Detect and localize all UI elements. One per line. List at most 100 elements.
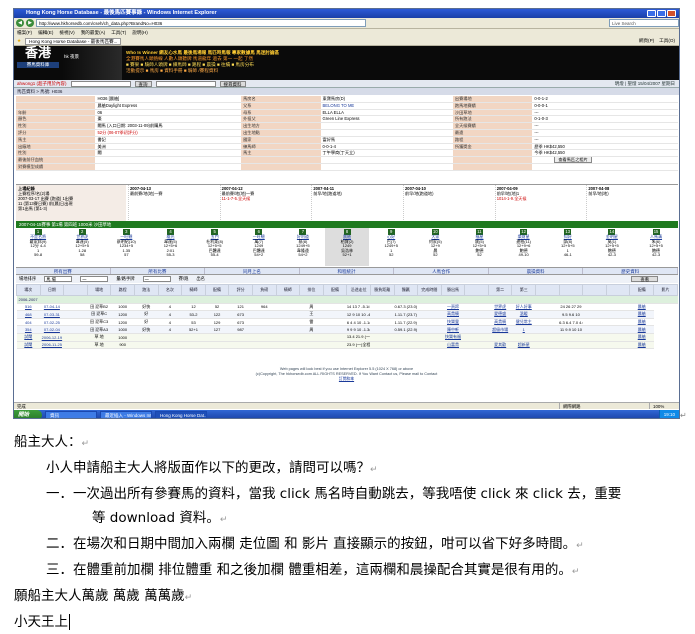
table-row[interactable]: 516 07-04-14 田 泥草B2 1000 好快 4 12 52 121 964 周 14 13… <box>16 303 678 312</box>
column-header[interactable]: 負磅 <box>251 284 277 296</box>
table-row[interactable]: 404 07-02-25 田 泥草C3 1200 好 4 53 129 673 雷 6 4 4 10… <box>16 318 678 327</box>
search-input[interactable] <box>70 80 131 87</box>
back-icon[interactable]: ◀ <box>16 19 24 27</box>
table-row[interactable]: 試閘2006-11-25 草 地900 23.9 (一)全程 5 2 6 山富貴 愛其歡… <box>16 341 678 350</box>
forward-icon[interactable]: ▶ <box>26 19 34 27</box>
race-history-item[interactable]: 2007-04-13 最前賽/地(地)一賽 <box>128 185 220 222</box>
table-cell[interactable]: 晨槍 <box>629 341 654 350</box>
star-icon[interactable]: ★ <box>17 38 21 44</box>
maximize-button[interactable] <box>657 10 666 17</box>
column-header[interactable] <box>535 284 560 296</box>
column-header[interactable]: 場地 <box>86 284 112 296</box>
table-cell[interactable]: 晨槍 <box>629 318 654 327</box>
column-header[interactable]: 勝出馬 <box>440 284 466 296</box>
tab-all-starts[interactable]: 所有出賽 <box>16 268 111 274</box>
table-cell[interactable]: 快樂靈 <box>441 318 465 327</box>
table-cell[interactable]: 試閘 <box>16 333 41 342</box>
menu-help[interactable]: 說明(H) <box>132 29 148 37</box>
column-header[interactable]: 場次 <box>16 284 41 296</box>
runner-card[interactable]: 14 金明星 莫(1) 12+5+5 鮑德 42-3 <box>590 228 634 266</box>
column-header[interactable]: 騎師 <box>181 284 206 296</box>
view-button[interactable]: 查看 <box>631 276 658 282</box>
dist-select[interactable]: 一 <box>80 276 109 282</box>
table-cell[interactable]: 愛德盛 <box>488 310 512 319</box>
runner-card[interactable]: 8 晨槍 柏寶(2) 1249 吳浩林 52+1 <box>324 228 370 266</box>
table-row[interactable]: 354 07-02-04 田 泥草A3 1000 好快 4 52+1 127 987 周 9 9 9… <box>16 325 678 334</box>
column-header[interactable]: 第二 <box>487 284 513 296</box>
table-cell[interactable]: 一頁蹄 <box>441 303 465 312</box>
tab-same-month[interactable]: 同月上名 <box>205 268 300 274</box>
column-header[interactable]: 完成時間 <box>417 284 442 296</box>
menu-file[interactable]: 檔案(F) <box>17 29 32 37</box>
race-history-item[interactable]: 2007-04-12 最前賽/地(地)一賽 11-1-7-5.全天候 <box>219 185 312 222</box>
race-history-item[interactable]: 2007-04-11 前早/地(跑道地) <box>311 185 403 222</box>
table-cell[interactable]: 世界虎 <box>488 303 512 312</box>
minimize-button[interactable] <box>647 10 656 17</box>
table-cell[interactable]: 愛其歡 <box>488 341 512 350</box>
taskbar-item[interactable]: 最近插入 - Windows Int... <box>100 411 152 418</box>
table-cell[interactable]: 晨槍 <box>629 333 654 342</box>
table-cell[interactable]: 快樂有福 <box>441 333 465 342</box>
column-header[interactable]: 排位 <box>299 284 324 296</box>
tab-trackwork[interactable]: 晨操資料 <box>489 268 584 274</box>
table-cell[interactable]: 溫暖 <box>511 310 536 319</box>
taskbar-item[interactable]: 資訊 <box>45 411 97 418</box>
table-row[interactable]: 試閘2006-12-19 草 地1000 13.4 21.9 (一)全程 快樂有福 晨槍 <box>16 333 678 342</box>
search-data-button[interactable]: 搜尋資料 <box>219 80 246 87</box>
runner-card[interactable]: 12 樂財星 邊柏(11) 12+9+6 鮑德 49-10 <box>502 228 546 266</box>
column-header[interactable]: 跑法 <box>133 284 159 296</box>
column-header[interactable] <box>582 284 607 296</box>
page-menu[interactable]: 網頁(P) <box>639 38 654 44</box>
menu-favorites[interactable]: 我的最愛(A) <box>81 29 106 37</box>
column-header[interactable]: 獨贏 <box>393 284 419 296</box>
menu-tools[interactable]: 工具(T) <box>111 29 126 37</box>
banner-line[interactable]: 活動提示 ■ 馬房 ■ 資料手冊 ■ 騎師 /賽程資料 <box>126 68 675 74</box>
table-cell[interactable]: 354 <box>16 325 41 334</box>
runner-card[interactable]: 3 一旺驄 蔡明紹(10) 1234+5 1.35 57 <box>104 228 148 266</box>
photo-button[interactable]: 查看馬匹之相片 <box>554 156 592 163</box>
table-cell[interactable]: 超級市場 <box>488 325 512 334</box>
tools-menu[interactable]: 工具(O) <box>659 38 675 44</box>
table-cell[interactable]: 超新星 <box>511 341 536 350</box>
menu-edit[interactable]: 編輯(E) <box>38 29 53 37</box>
table-cell[interactable]: 404 <box>16 318 41 327</box>
table-cell[interactable]: 1 <box>511 325 536 334</box>
column-header[interactable]: 影片 <box>653 284 678 296</box>
taskbar-item[interactable]: Hong Kong Horse Dat... <box>155 411 207 418</box>
track-select[interactable]: 馬 場 <box>44 276 73 282</box>
column-header[interactable] <box>605 284 631 296</box>
column-header[interactable]: 日期 <box>39 284 65 296</box>
race-history-item[interactable]: 2007-04-10 前早/地(跑道地) <box>403 185 495 222</box>
race-history-item[interactable]: 2007-04-08 前早/地(地) <box>586 185 678 222</box>
table-cell[interactable]: 試閘 <box>16 341 41 350</box>
runner-card[interactable]: 15 人馬溝 朱(6) 12+5+5 鮑德 42-3 <box>634 228 678 266</box>
runner-card[interactable]: 11 福星 姚(5) 12+5+5 鮑德 52 <box>457 228 501 266</box>
date-links[interactable]: 明燈 | 聖燈 15/04/2007 星期日 <box>615 81 679 87</box>
column-header[interactable] <box>63 284 88 296</box>
column-header[interactable]: 配備 <box>629 284 655 296</box>
address-input[interactable]: http://www.hkhorsedb.com/cseh/ch_data.ph… <box>36 19 366 27</box>
table-cell[interactable]: 健兒常主 <box>511 318 536 327</box>
runner-card[interactable]: 10 大家 何家(5) 12+9 晨 52 <box>413 228 457 266</box>
column-header[interactable]: 第三 <box>511 284 537 296</box>
runner-card[interactable]: 6 一旺驄 萬(7) 1249 巴體達 54+2 <box>237 228 281 266</box>
table-cell[interactable]: 高貴騎 <box>488 318 512 327</box>
column-header[interactable]: 路程 <box>110 284 135 296</box>
tab-history[interactable]: 歷史資料 <box>583 268 679 274</box>
runner-card[interactable]: 7 好利道 蔡(8) 1249+5 韋隆遠 54+2 <box>281 228 325 266</box>
runner-card[interactable]: 2 世界虎 韋達(5) 12+5+5 1.28 58 <box>60 228 104 266</box>
column-header[interactable]: 評分 <box>228 284 253 296</box>
tab-all-races[interactable]: 所有比賽 <box>111 268 206 274</box>
runner-card[interactable]: 5 五門 杜利萊(8) 12+5+5 巴體達 55-4 <box>193 228 237 266</box>
table-cell[interactable]: 好人好事 <box>511 303 536 312</box>
search-select[interactable] <box>155 80 216 87</box>
search-button[interactable]: 查詢 <box>134 80 152 87</box>
column-header[interactable]: 騎師 <box>275 284 301 296</box>
close-button[interactable] <box>667 10 676 17</box>
race-history-item[interactable]: 2007-04-09 前早/地(地)1 1014-1-9.全天候 <box>494 185 587 222</box>
footer-link[interactable]: 訂閱和傘 <box>14 377 679 382</box>
column-header[interactable] <box>558 284 584 296</box>
browser-tab[interactable]: Hong Kong Horse Database - 最後馬匹賽... <box>25 37 122 45</box>
menu-view[interactable]: 檢視(V) <box>59 29 74 37</box>
column-header[interactable]: 沿途走位 <box>346 284 371 296</box>
